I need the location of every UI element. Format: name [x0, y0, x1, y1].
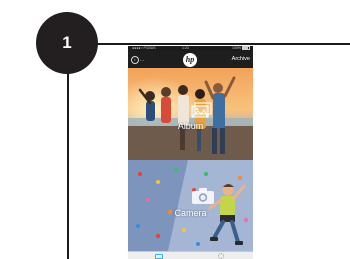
album-label: Album: [177, 121, 204, 131]
camera-panel[interactable]: Camera: [128, 160, 253, 251]
tab-settings[interactable]: [216, 253, 226, 259]
hp-logo: hp: [183, 53, 197, 67]
bottom-nav-bar: [128, 251, 253, 259]
callout-leader-horizontal: [67, 43, 350, 45]
app-header: i ... hp Archive: [128, 51, 253, 68]
gear-icon: [218, 253, 224, 259]
battery-icon: [242, 46, 250, 51]
camera-label: Camera: [174, 208, 207, 218]
phone-screen: ●●●●○ PCBUS 1:23 100% i ... hp Archive A…: [128, 46, 253, 259]
album-panel[interactable]: Album: [128, 68, 253, 160]
info-button-text: ...: [140, 57, 145, 63]
battery-level: 100%: [232, 46, 241, 50]
info-button[interactable]: i ...: [131, 56, 144, 64]
info-icon: i: [131, 56, 139, 64]
archive-button[interactable]: Archive: [232, 56, 250, 62]
camera-glyph: [191, 188, 214, 204]
camera-background-photo: [128, 160, 253, 251]
hp-logo-text: hp: [185, 55, 195, 64]
tab-gallery[interactable]: [154, 253, 164, 259]
gallery-icon: [155, 253, 163, 259]
instruction-figure: 1 ●●●●○ PCBUS 1:23 100% i ... hp Archive: [0, 0, 350, 259]
step-number-badge: 1: [36, 12, 98, 74]
photo-gallery-glyph: [190, 102, 212, 118]
